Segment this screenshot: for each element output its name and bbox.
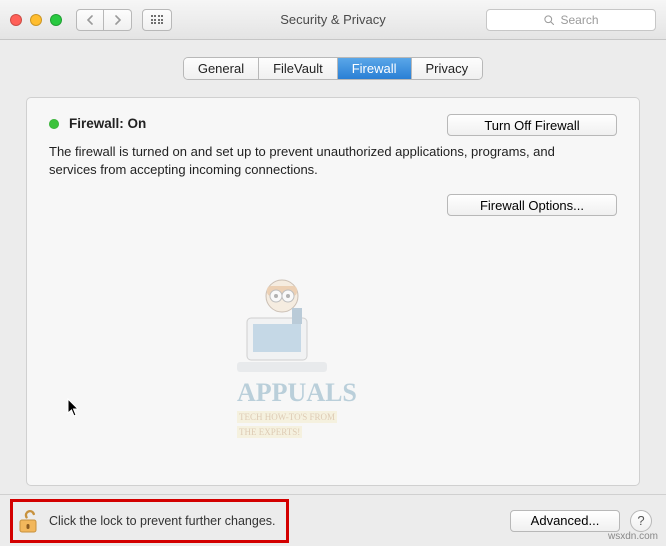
minimize-window-button[interactable] bbox=[30, 14, 42, 26]
traffic-lights bbox=[10, 14, 62, 26]
firewall-status-label: Firewall: On bbox=[69, 116, 146, 131]
tab-filevault[interactable]: FileVault bbox=[259, 58, 338, 79]
tab-row: General FileVault Firewall Privacy bbox=[184, 58, 482, 79]
search-wrap: Search bbox=[486, 9, 656, 31]
cursor-icon bbox=[67, 398, 81, 418]
mascot-icon bbox=[237, 268, 327, 378]
lock-text: Click the lock to prevent further change… bbox=[49, 514, 276, 528]
watermark-brand: APPUALS bbox=[237, 268, 357, 408]
forward-button[interactable] bbox=[104, 9, 132, 31]
firewall-options-button[interactable]: Firewall Options... bbox=[447, 194, 617, 216]
content-area: General FileVault Firewall Privacy Firew… bbox=[0, 40, 666, 494]
search-icon bbox=[543, 14, 555, 26]
grid-icon bbox=[151, 15, 164, 24]
watermark-tag2: THE EXPERTS! bbox=[237, 426, 302, 438]
nav-segment bbox=[76, 9, 132, 31]
search-placeholder: Search bbox=[560, 13, 598, 27]
footer: Click the lock to prevent further change… bbox=[0, 494, 666, 546]
tab-firewall[interactable]: Firewall bbox=[338, 58, 412, 79]
footer-right: Advanced... ? bbox=[510, 510, 652, 532]
tab-privacy[interactable]: Privacy bbox=[412, 58, 483, 79]
tab-bar: General FileVault Firewall Privacy bbox=[26, 58, 640, 79]
watermark-tag1: TECH HOW-TO'S FROM bbox=[237, 411, 337, 423]
chevron-right-icon bbox=[114, 15, 122, 25]
advanced-button[interactable]: Advanced... bbox=[510, 510, 620, 532]
close-window-button[interactable] bbox=[10, 14, 22, 26]
source-site-label: wsxdn.com bbox=[608, 531, 658, 542]
zoom-window-button[interactable] bbox=[50, 14, 62, 26]
show-all-button[interactable] bbox=[142, 9, 172, 31]
turn-off-firewall-button[interactable]: Turn Off Firewall bbox=[447, 114, 617, 136]
chevron-left-icon bbox=[86, 15, 94, 25]
help-button[interactable]: ? bbox=[630, 510, 652, 532]
lock-row-highlight: Click the lock to prevent further change… bbox=[10, 499, 289, 543]
lock-open-icon[interactable] bbox=[17, 508, 39, 534]
status-indicator-on-icon bbox=[49, 119, 59, 129]
back-button[interactable] bbox=[76, 9, 104, 31]
search-input[interactable]: Search bbox=[486, 9, 656, 31]
preferences-window: Security & Privacy Search General FileVa… bbox=[0, 0, 666, 546]
tab-general[interactable]: General bbox=[184, 58, 259, 79]
firewall-panel: Firewall: On Turn Off Firewall The firew… bbox=[26, 97, 640, 486]
titlebar: Security & Privacy Search bbox=[0, 0, 666, 40]
firewall-description: The firewall is turned on and set up to … bbox=[49, 143, 589, 178]
watermark: APPUALS TECH HOW-TO'S FROM THE EXPERTS! bbox=[237, 268, 357, 438]
